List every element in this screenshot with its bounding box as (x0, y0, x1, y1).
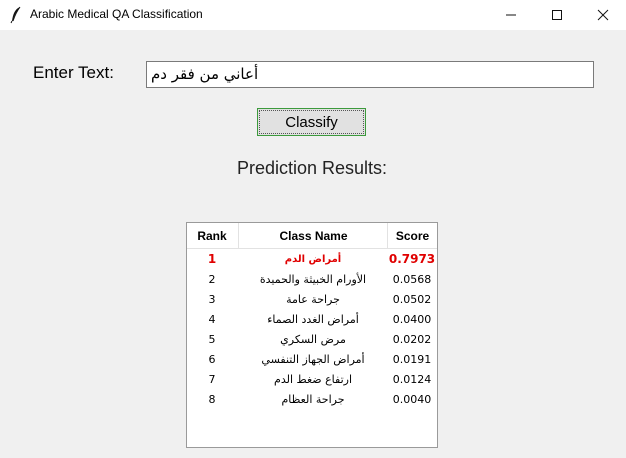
rank-cell: 8 (208, 392, 216, 406)
score-cell: 0.0191 (392, 352, 432, 366)
score-cell: 0.0202 (392, 332, 432, 346)
table-header: Rank Class Name Score (187, 223, 437, 249)
score-cell: 0.0400 (392, 312, 432, 326)
score-cell: 0.0568 (392, 272, 432, 286)
class-name-cell: ارتفاع ضغط الدم (274, 372, 352, 386)
rank-cell: 2 (208, 272, 216, 286)
class-name-cell: جراحة العظام (281, 392, 345, 406)
rank-cell: 7 (208, 372, 216, 386)
column-header-class-name[interactable]: Class Name (238, 223, 388, 249)
feather-icon (9, 6, 23, 24)
class-name-cell: أمراض الغدد الصماء (267, 312, 359, 326)
class-name-cell: أمراض الدم (284, 253, 342, 265)
title-bar[interactable]: Arabic Medical QA Classification (0, 0, 626, 30)
window-title: Arabic Medical QA Classification (30, 7, 203, 21)
score-cell: 0.0124 (392, 372, 432, 386)
results-heading-container: Prediction Results: (0, 158, 626, 179)
score-cell: 0.7973 (388, 252, 436, 266)
column-header-score[interactable]: Score (387, 223, 437, 249)
results-heading: Prediction Results: (236, 158, 388, 178)
classify-button[interactable]: Classify (257, 108, 366, 136)
classify-button-label: Classify (259, 110, 364, 134)
table-row[interactable]: 8 جراحة العظام 0.0040 (187, 389, 437, 409)
class-name-cell: جراحة عامة (286, 292, 340, 306)
close-icon (597, 9, 609, 21)
rank-cell: 4 (208, 312, 216, 326)
rank-cell: 5 (208, 332, 216, 346)
column-header-rank[interactable]: Rank (187, 223, 237, 249)
minimize-icon (506, 14, 516, 16)
rank-cell: 3 (208, 292, 216, 306)
results-table[interactable]: Rank Class Name Score 1 أمراض الدم 0.797… (186, 222, 438, 448)
class-name-cell: الأورام الخبيثة والحميدة (259, 272, 367, 286)
table-row[interactable]: 5 مرض السكري 0.0202 (187, 329, 437, 349)
score-cell: 0.0040 (392, 392, 432, 406)
rank-cell: 1 (207, 252, 217, 266)
maximize-button[interactable] (534, 0, 580, 30)
table-body: 1 أمراض الدم 0.7973 2 الأورام الخبيثة وا… (187, 249, 437, 409)
enter-text-label: Enter Text: (33, 63, 114, 82)
input-value: أعاني من فقر دم (151, 65, 259, 83)
table-row[interactable]: 4 أمراض الغدد الصماء 0.0400 (187, 309, 437, 329)
class-name-cell: أمراض الجهاز التنفسي (261, 352, 365, 366)
table-row[interactable]: 2 الأورام الخبيثة والحميدة 0.0568 (187, 269, 437, 289)
score-cell: 0.0502 (392, 292, 432, 306)
table-row[interactable]: 7 ارتفاع ضغط الدم 0.0124 (187, 369, 437, 389)
minimize-button[interactable] (488, 0, 534, 30)
table-row[interactable]: 1 أمراض الدم 0.7973 (187, 249, 437, 269)
close-button[interactable] (580, 0, 626, 30)
text-input[interactable]: أعاني من فقر دم (146, 61, 594, 88)
table-row[interactable]: 6 أمراض الجهاز التنفسي 0.0191 (187, 349, 437, 369)
table-row[interactable]: 3 جراحة عامة 0.0502 (187, 289, 437, 309)
rank-cell: 6 (208, 352, 216, 366)
class-name-cell: مرض السكري (280, 332, 346, 346)
maximize-icon (552, 10, 562, 20)
